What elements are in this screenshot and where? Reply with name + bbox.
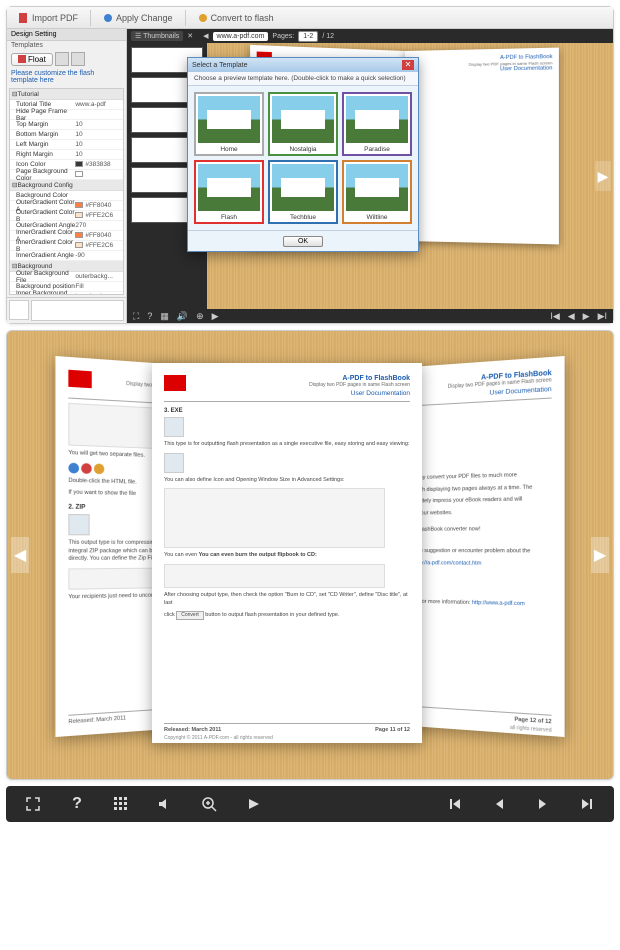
- template-grid: HomeNostalgiaParadise FlashTechblueWiltli…: [188, 86, 418, 230]
- last-page-icon[interactable]: [578, 795, 596, 813]
- first-page-icon[interactable]: I◀: [550, 311, 559, 322]
- template-dialog: Select a Template ✕ Choose a preview tem…: [187, 57, 419, 252]
- sound-icon[interactable]: [156, 795, 174, 813]
- property-group-header[interactable]: ⊟Tutorial: [10, 89, 123, 100]
- color-preview[interactable]: [9, 300, 29, 320]
- property-row[interactable]: Top Margin10: [10, 120, 123, 130]
- pdf-logo-icon: [68, 370, 91, 389]
- property-row[interactable]: InnerGradient Color B#FFE2C6: [10, 241, 123, 251]
- book-page-right: A-PDF to FlashBook Display two PDF pages…: [405, 48, 559, 245]
- template-option[interactable]: Flash: [194, 160, 264, 224]
- pages-label: Pages:: [272, 33, 294, 40]
- pdf-logo-icon: [164, 375, 186, 391]
- play-icon[interactable]: ▶: [212, 311, 219, 322]
- contact-link[interactable]: http://a-pdf.com/contact.htm: [414, 560, 481, 567]
- last-page-icon[interactable]: ▶I: [598, 311, 607, 322]
- book-center-page: A-PDF to FlashBook Display two PDF pages…: [152, 363, 422, 743]
- dialog-hint: Choose a preview template here. (Double-…: [188, 72, 418, 86]
- import-pdf-button[interactable]: Import PDF: [11, 11, 86, 25]
- zoom-in-icon[interactable]: [200, 795, 218, 813]
- dialog-titlebar[interactable]: Select a Template ✕: [188, 58, 418, 72]
- grid-icon[interactable]: ▦: [160, 311, 169, 322]
- thumbnails-grid-icon[interactable]: [112, 795, 130, 813]
- main-toolbar: Import PDF Apply Change Convert to flash: [7, 7, 613, 29]
- preview-top-bar: ☰ Thumbnails ✕ ◀ www.a-pdf.com Pages: 1-…: [127, 29, 613, 43]
- help-icon[interactable]: ?: [147, 311, 152, 321]
- template-option[interactable]: Techblue: [268, 160, 338, 224]
- address-display: www.a-pdf.com: [213, 32, 269, 41]
- book-prev-arrow[interactable]: ◀: [11, 537, 29, 573]
- thumbnails-close-icon[interactable]: ✕: [187, 32, 193, 40]
- apply-change-button[interactable]: Apply Change: [95, 11, 181, 25]
- property-grid[interactable]: ⊟TutorialTutorial Titlewww.a-pdfHide Pag…: [9, 88, 124, 295]
- preview-bottom-bar: ⛶ ? ▦ 🔊 ⊕ ▶ I◀ ◀ ▶ ▶I: [127, 309, 613, 323]
- customize-link[interactable]: Please customize the flash template here: [7, 68, 126, 86]
- next-page-arrow[interactable]: ▶: [595, 161, 611, 191]
- book-next-arrow[interactable]: ▶: [591, 537, 609, 573]
- convert-to-flash-button[interactable]: Convert to flash: [190, 11, 282, 25]
- dialog-ok-button[interactable]: OK: [283, 236, 323, 247]
- template-icon-1[interactable]: [55, 52, 69, 66]
- thumbnails-toggle[interactable]: ☰ Thumbnails: [131, 31, 183, 41]
- property-row[interactable]: Right Margin10: [10, 150, 123, 160]
- property-row[interactable]: Hide Page Frame Bar: [10, 110, 123, 120]
- template-option[interactable]: Wiltline: [342, 160, 412, 224]
- property-row[interactable]: Bottom Margin10: [10, 130, 123, 140]
- property-row[interactable]: OuterGradient Color B#FFE2C6: [10, 211, 123, 221]
- design-sidebar: Design Setting Templates Float Please cu…: [7, 29, 127, 323]
- fullscreen-icon[interactable]: [24, 795, 42, 813]
- preview-stage: ☰ Thumbnails ✕ ◀ www.a-pdf.com Pages: 1-…: [127, 29, 613, 323]
- property-row[interactable]: Left Margin10: [10, 140, 123, 150]
- template-icon-2[interactable]: [71, 52, 85, 66]
- next-icon[interactable]: ▶: [583, 311, 590, 322]
- dialog-close-button[interactable]: ✕: [402, 60, 414, 70]
- property-value-input[interactable]: [31, 300, 124, 321]
- property-group-header[interactable]: ⊟Background Config: [10, 180, 123, 191]
- page-total: / 12: [322, 33, 334, 40]
- editor-panel: Import PDF Apply Change Convert to flash…: [6, 6, 614, 324]
- templates-label: Templates: [7, 41, 126, 50]
- page-input[interactable]: 1-2: [298, 31, 318, 42]
- template-option[interactable]: Home: [194, 92, 264, 156]
- info-link[interactable]: http://www.a-pdf.com: [472, 600, 525, 607]
- play-icon[interactable]: [244, 795, 262, 813]
- help-icon[interactable]: ?: [68, 795, 86, 813]
- property-row[interactable]: Inner Background Fileinnerbackg...: [10, 292, 123, 295]
- property-row[interactable]: Page Background Color: [10, 170, 123, 180]
- property-row[interactable]: InnerGradient Angle-90: [10, 251, 123, 261]
- convert-inline-button: Convert: [176, 611, 204, 620]
- template-option[interactable]: Nostalgia: [268, 92, 338, 156]
- first-page-icon[interactable]: [446, 795, 464, 813]
- next-page-icon[interactable]: [534, 795, 552, 813]
- fullscreen-icon[interactable]: ⛶: [133, 311, 139, 322]
- property-row[interactable]: Outer Background Fileouterbackg...: [10, 272, 123, 282]
- flipbook-preview-panel: ◀ ▶ A-PDF to FlashBook Display two PDF p…: [6, 330, 614, 780]
- template-select-button[interactable]: Float: [11, 53, 53, 66]
- prev-page-icon[interactable]: [490, 795, 508, 813]
- zoom-icon[interactable]: ⊕: [196, 311, 204, 322]
- design-setting-tab[interactable]: Design Setting: [7, 29, 126, 41]
- sidebar-footer: [7, 297, 126, 323]
- sound-icon[interactable]: 🔊: [177, 311, 188, 322]
- player-control-bar: ?: [6, 786, 614, 822]
- template-option[interactable]: Paradise: [342, 92, 412, 156]
- prev-icon[interactable]: ◀: [568, 311, 575, 322]
